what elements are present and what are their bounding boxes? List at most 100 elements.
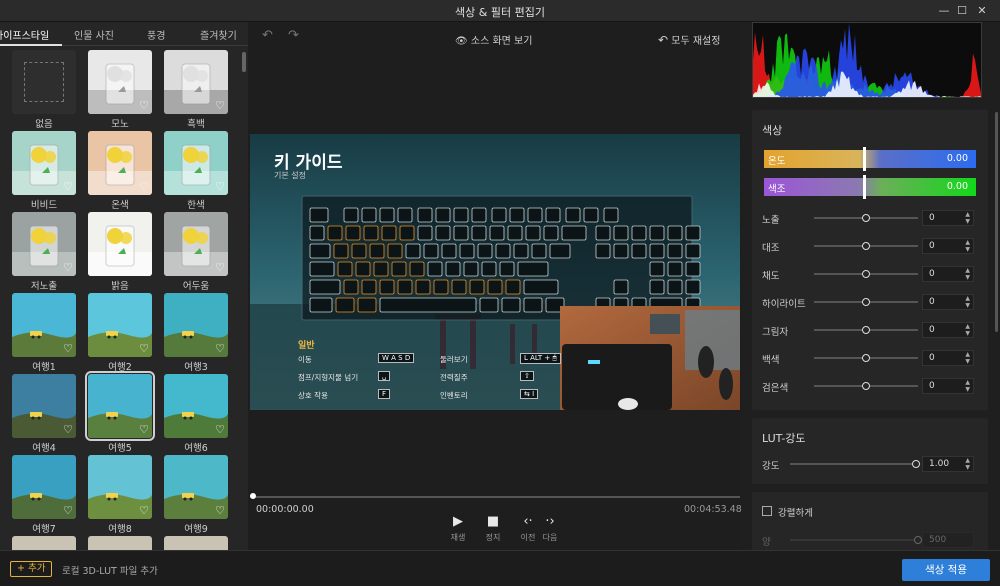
filter-item[interactable] [12, 536, 76, 550]
filter-thumbnail[interactable]: ♡ [12, 374, 76, 438]
slider-track[interactable] [814, 242, 918, 250]
filter-item[interactable]: ♡ 여행2 [88, 293, 152, 373]
undo-icon[interactable]: ↶ [262, 28, 273, 43]
favorite-heart-icon[interactable]: ♡ [63, 181, 73, 192]
stepper-arrows-icon[interactable]: ▲ ▼ [965, 239, 970, 253]
slider-value-input[interactable]: 0 ▲ ▼ [922, 294, 974, 310]
filter-item[interactable] [164, 536, 228, 550]
filter-item[interactable]: ♡ 한색 [164, 131, 228, 211]
intense-amount-input[interactable]: 500 [922, 532, 974, 548]
slider-knob[interactable] [862, 382, 870, 390]
favorite-heart-icon[interactable]: ♡ [215, 181, 225, 192]
minimize-button[interactable]: — [936, 3, 952, 19]
filter-thumbnail[interactable]: ♡ [85, 371, 155, 441]
filter-thumbnail[interactable]: ♡ [164, 131, 228, 195]
slider-value-input[interactable]: 0 ▲ ▼ [922, 322, 974, 338]
intense-amount-knob[interactable] [914, 536, 922, 544]
filter-scrollbar[interactable] [242, 52, 246, 72]
tint-handle[interactable] [863, 175, 866, 199]
filter-thumbnail[interactable]: ♡ [164, 374, 228, 438]
filter-thumbnail[interactable] [164, 536, 228, 550]
filter-item[interactable]: ♡ 어두움 [164, 212, 228, 292]
stepper-arrows-icon[interactable]: ▲ ▼ [965, 267, 970, 281]
slider-knob[interactable] [862, 354, 870, 362]
slider-track[interactable] [814, 214, 918, 222]
filter-item[interactable]: ♡ 여행3 [164, 293, 228, 373]
stepper-arrows-icon[interactable]: ▲ ▼ [965, 457, 970, 471]
filter-item[interactable]: ♡ 여행1 [12, 293, 76, 373]
favorite-heart-icon[interactable]: ♡ [215, 343, 225, 354]
temperature-handle[interactable] [863, 147, 866, 171]
tab-portrait[interactable]: 인물 사진 [74, 27, 114, 42]
slider-knob[interactable] [862, 270, 870, 278]
slider-value-input[interactable]: 0 ▲ ▼ [922, 350, 974, 366]
slider-track[interactable] [814, 270, 918, 278]
filter-item[interactable]: ♡ 여행7 [12, 455, 76, 535]
slider-knob[interactable] [862, 326, 870, 334]
slider-knob[interactable] [862, 298, 870, 306]
slider-track[interactable] [814, 326, 918, 334]
slider-track[interactable] [814, 382, 918, 390]
adjust-scrollbar[interactable] [995, 112, 998, 332]
filter-item[interactable]: ♡ 저노출 [12, 212, 76, 292]
favorite-heart-icon[interactable]: ♡ [139, 100, 149, 111]
favorite-heart-icon[interactable]: ♡ [63, 424, 73, 435]
source-view-button[interactable]: 👁 소스 화면 보기 [455, 32, 532, 47]
tab-favorites[interactable]: 즐겨찾기 [200, 27, 237, 42]
filter-item[interactable] [88, 536, 152, 550]
favorite-heart-icon[interactable]: ♡ [215, 505, 225, 516]
filter-thumbnail[interactable]: ♡ [88, 50, 152, 114]
filter-thumbnail[interactable]: ♡ [88, 212, 152, 276]
favorite-heart-icon[interactable]: ♡ [215, 424, 225, 435]
filter-item[interactable]: ♡ 여행6 [164, 374, 228, 454]
favorite-heart-icon[interactable]: ♡ [139, 343, 149, 354]
stop-button[interactable]: ■ 정지 [481, 514, 505, 543]
filter-item[interactable]: ♡ 비비드 [12, 131, 76, 211]
filter-thumbnail[interactable]: ♡ [88, 455, 152, 519]
slider-value-input[interactable]: 0 ▲ ▼ [922, 266, 974, 282]
intense-checkbox[interactable] [762, 506, 772, 516]
stepper-arrows-icon[interactable]: ▲ ▼ [965, 211, 970, 225]
redo-icon[interactable]: ↷ [288, 28, 299, 43]
next-button[interactable]: ·› 다음 [538, 514, 562, 543]
favorite-heart-icon[interactable]: ♡ [139, 262, 149, 273]
tab-lifestyle[interactable]: 라이프스타일 [0, 27, 49, 42]
filter-thumbnail[interactable]: ♡ [88, 131, 152, 195]
playhead[interactable] [250, 493, 256, 499]
timeline-bar[interactable] [250, 493, 740, 499]
filter-item[interactable]: ♡ 온색 [88, 131, 152, 211]
filter-thumbnail[interactable]: ♡ [164, 212, 228, 276]
previous-button[interactable]: ‹· 이전 [516, 514, 540, 543]
slider-value-input[interactable]: 0 ▲ ▼ [922, 378, 974, 394]
add-lut-button[interactable]: + 추가 [10, 561, 53, 577]
filter-thumbnail[interactable]: ♡ [88, 293, 152, 357]
slider-value-input[interactable]: 0 ▲ ▼ [922, 238, 974, 254]
favorite-heart-icon[interactable]: ♡ [139, 505, 149, 516]
filter-thumbnail[interactable]: ♡ [164, 293, 228, 357]
close-button[interactable]: ✕ [974, 3, 990, 19]
lut-strength-knob[interactable] [912, 460, 920, 468]
slider-track[interactable] [814, 298, 918, 306]
filter-item[interactable]: ♡ 흑백 [164, 50, 228, 130]
filter-thumbnail[interactable]: ♡ [12, 455, 76, 519]
filter-thumbnail[interactable] [88, 536, 152, 550]
lut-strength-input[interactable]: 1.00 ▲ ▼ [922, 456, 974, 472]
filter-thumbnail[interactable]: ♡ [12, 293, 76, 357]
tint-slider[interactable]: 색조 0.00 [764, 175, 976, 199]
maximize-button[interactable]: ☐ [954, 3, 970, 19]
favorite-heart-icon[interactable]: ♡ [63, 505, 73, 516]
filter-item[interactable]: 없음 [12, 50, 76, 130]
slider-track[interactable] [814, 354, 918, 362]
favorite-heart-icon[interactable]: ♡ [215, 262, 225, 273]
reset-all-button[interactable]: ↶ 모두 재설정 [658, 32, 720, 47]
filter-thumbnail[interactable] [12, 50, 76, 114]
video-preview[interactable]: 키 가이드 기본 설정 일반 이동 W A S D 둘러보기 L ALT + 🖱 점프/… [250, 134, 740, 410]
filter-thumbnail[interactable]: ♡ [164, 50, 228, 114]
favorite-heart-icon[interactable]: ♡ [139, 181, 149, 192]
filter-item[interactable]: ♡ 모노 [88, 50, 152, 130]
filter-item[interactable]: ♡ 여행5 [85, 371, 155, 454]
filter-thumbnail[interactable] [12, 536, 76, 550]
filter-item[interactable]: ♡ 밝음 [88, 212, 152, 292]
lut-strength-track[interactable] [790, 460, 920, 468]
apply-color-button[interactable]: 색상 적용 [902, 559, 990, 581]
